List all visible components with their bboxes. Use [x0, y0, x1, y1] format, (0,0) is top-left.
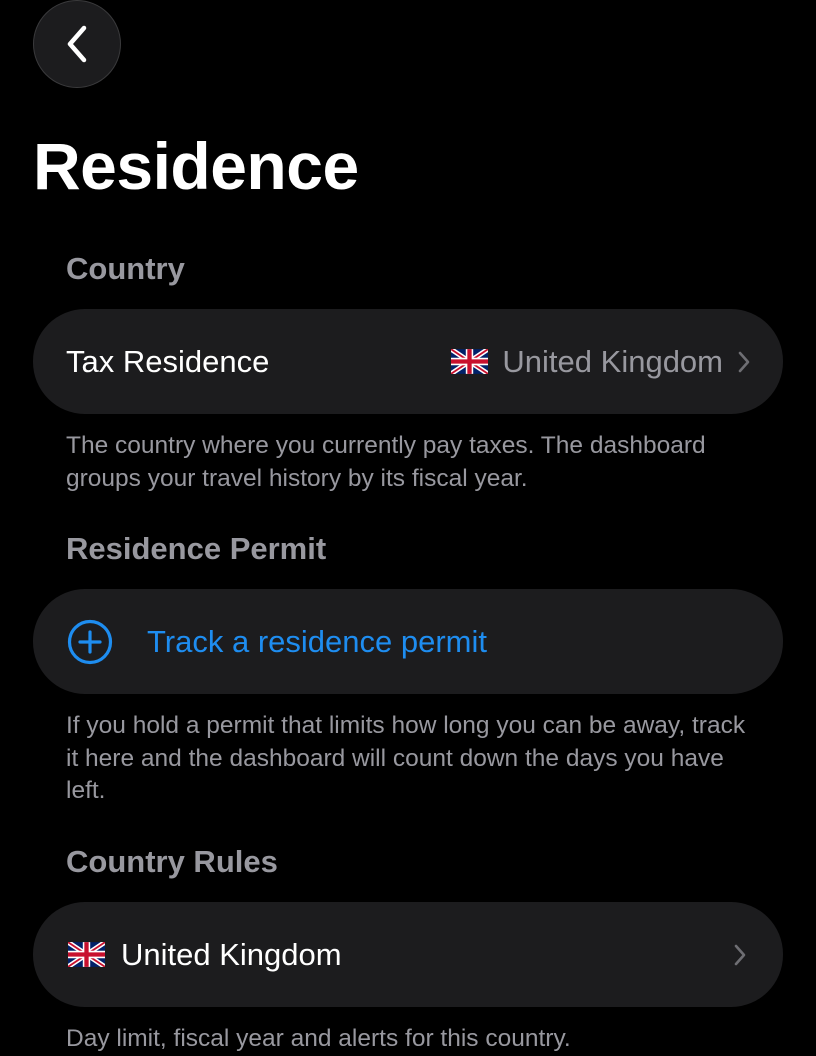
- section-header-country: Country: [66, 251, 185, 286]
- section-header-residence-permit: Residence Permit: [66, 531, 327, 566]
- residence-permit-section-footer: If you hold a permit that limits how lon…: [66, 712, 746, 804]
- country-section-footer: The country where you currently pay taxe…: [66, 432, 706, 492]
- back-button[interactable]: [33, 0, 121, 88]
- track-residence-permit-content: Track a residence permit: [67, 619, 487, 665]
- chevron-right-icon: [733, 943, 747, 967]
- section-header-country-rules: Country Rules: [66, 844, 278, 879]
- tax-residence-value: United Kingdom: [450, 343, 751, 380]
- country-rules-row-united-kingdom[interactable]: United Kingdom: [33, 902, 783, 1007]
- country-rules-section-footer: Day limit, fiscal year and alerts for th…: [66, 1025, 571, 1052]
- track-residence-permit-label: Track a residence permit: [147, 623, 487, 659]
- country-rules-row-content: United Kingdom: [66, 936, 342, 973]
- page-title: Residence: [33, 129, 359, 203]
- plus-circle-icon: [67, 619, 113, 665]
- tax-residence-label: Tax Residence: [66, 343, 270, 379]
- tax-residence-row[interactable]: Tax Residence United Kingdom: [33, 309, 783, 414]
- uk-flag-icon: [66, 940, 107, 969]
- tax-residence-country: United Kingdom: [502, 343, 723, 379]
- track-residence-permit-button[interactable]: Track a residence permit: [33, 589, 783, 694]
- chevron-left-icon: [67, 25, 87, 63]
- chevron-right-icon: [737, 350, 751, 374]
- uk-flag-icon: [450, 347, 490, 376]
- country-rules-country-label: United Kingdom: [121, 936, 342, 972]
